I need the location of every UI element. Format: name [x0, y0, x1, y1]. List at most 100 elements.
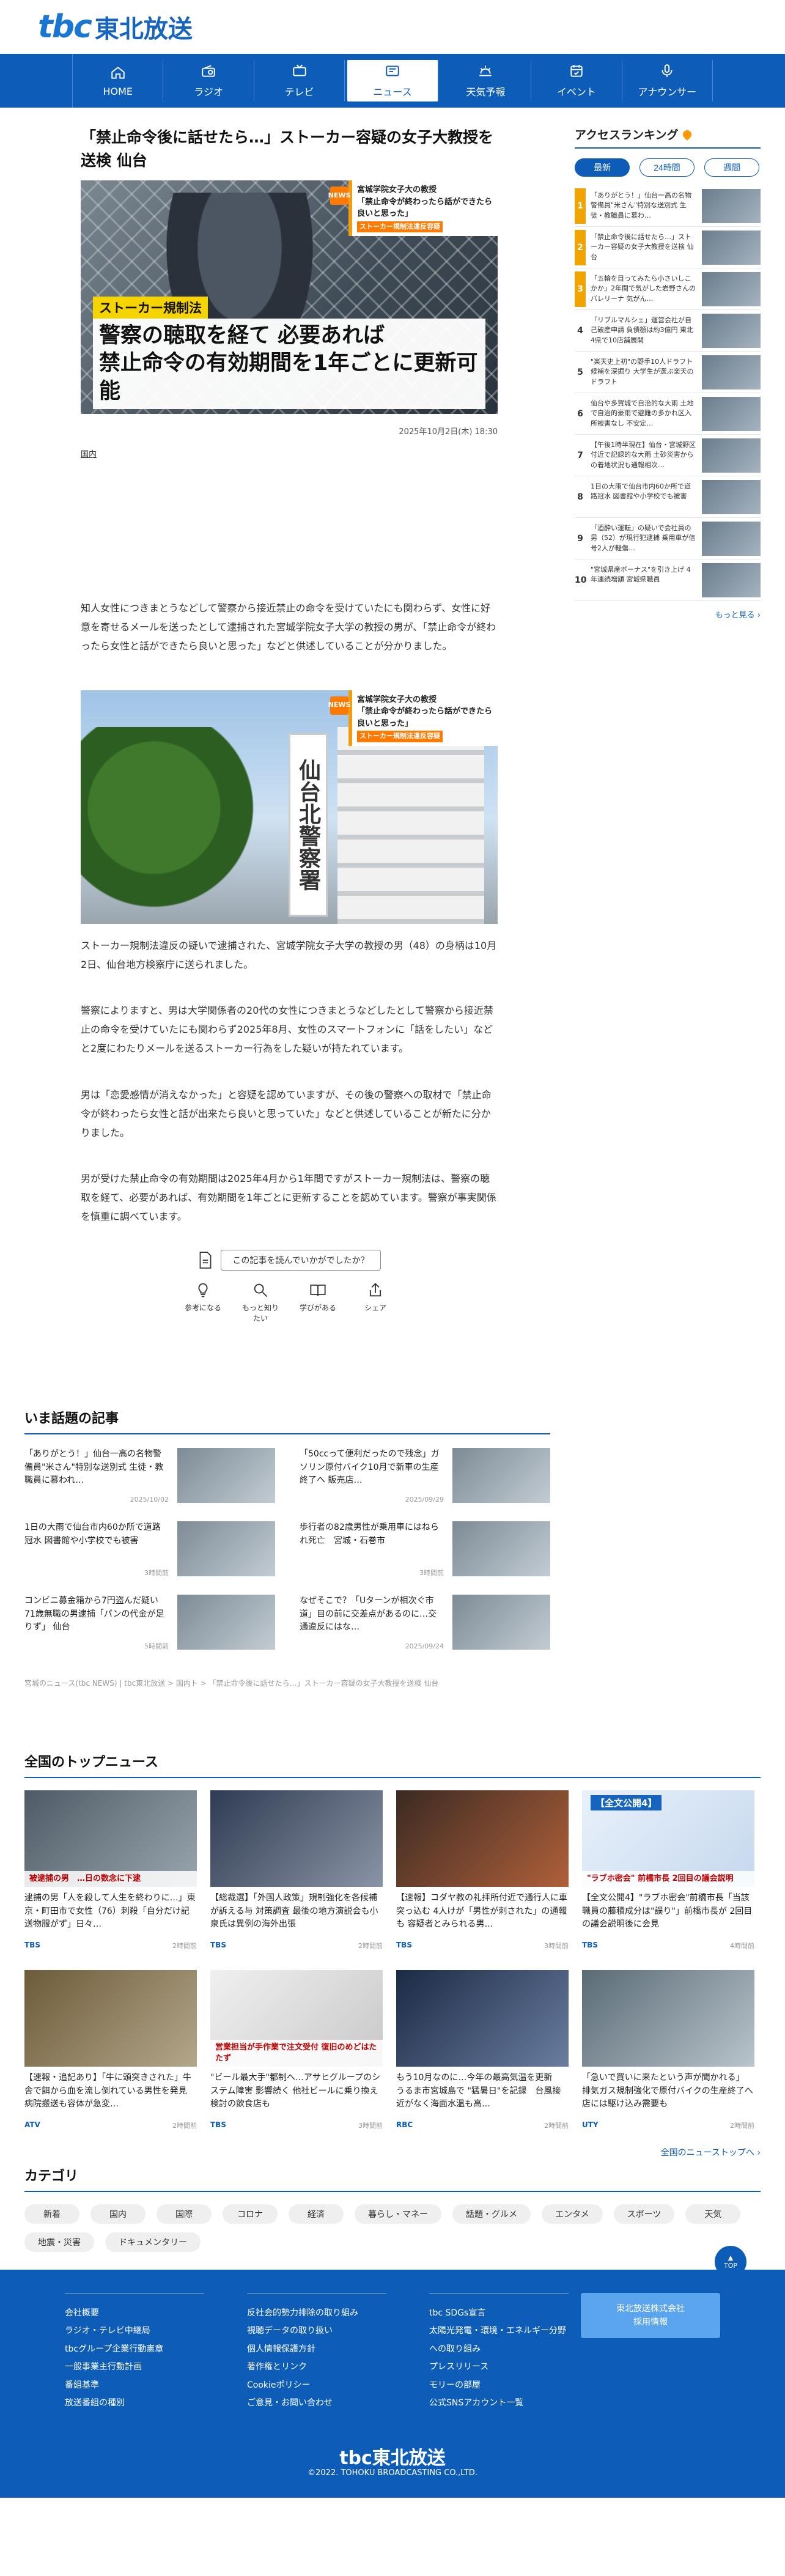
category-chip[interactable]: コロナ — [223, 2204, 278, 2224]
category-chip[interactable]: 暮らし・マネー — [355, 2204, 441, 2224]
national-news-card[interactable]: 【速報】コダヤ教の礼拝所付近で通行人に車突っ込む 4人けが「男性が刺された」の通… — [396, 1790, 569, 1950]
national-news-card[interactable]: 【速報・追記あり】「牛に頭突きされた」牛舎で餌から血を流し倒れている男性を発見 … — [24, 1970, 197, 2130]
footer-link[interactable]: プレスリリース — [429, 2362, 488, 2372]
footer-link[interactable]: 著作権とリンク — [247, 2362, 307, 2372]
nav-radio[interactable]: ラジオ — [163, 60, 254, 101]
category-chip[interactable]: 天気 — [685, 2204, 741, 2224]
footer-link[interactable]: Cookieポリシー — [247, 2380, 311, 2390]
ranking-item[interactable]: 2 「禁止命令後に話せたら…」ストーカー容疑の女子大教授を送検 仙台 — [575, 227, 761, 268]
trending-item[interactable]: 「50ccって便利だったので残念」ガソリン原付バイク10月で新車の生産終了へ 販… — [300, 1448, 550, 1509]
nav-event[interactable]: イベント — [531, 60, 622, 101]
recruit-button[interactable]: 東北放送株式会社 採用情報 — [581, 2293, 720, 2338]
footer-link[interactable]: tbc SDGs宣言 — [429, 2308, 485, 2318]
trending-item[interactable]: 歩行者の82歳男性が乗用車にはねられ死亡 宮城・石巻市 3時間前 — [300, 1521, 550, 1582]
trending-item-time: 3時間前 — [144, 1569, 169, 1577]
category-chip[interactable]: エンタメ — [542, 2204, 603, 2224]
tv-caption: NEWS 宮城学院女子大の教授 「禁止命令が終わったら話ができたら良いと思った」… — [328, 180, 498, 236]
category-chip[interactable]: 国際 — [157, 2204, 212, 2224]
national-news-card[interactable]: 【全文公開4】 "ラブホ密会" 前橋市長 2回目の議会説明 【全文公開4】"ラブホ密… — [582, 1790, 754, 1950]
ranking-item[interactable]: 9 「酒酔い運転」の疑いで会社員の男（52）が現行犯逮捕 乗用車が信号2人が軽傷… — [575, 518, 761, 559]
national-all-link[interactable]: 全国のニューストップへ — [661, 2148, 754, 2158]
police-sign: 仙台北警察署 — [289, 733, 328, 917]
category-chip[interactable]: 話題・グルメ — [452, 2204, 531, 2224]
rank-title: 1日の大雨で仙台市内60か所で道路冠水 図書館や小学校でも被害 — [591, 482, 691, 501]
ranking-item[interactable]: 3 「五輪を目ってみたら小さいしこかか」2年間で気がした岩野さんのバレリーナ 気が… — [575, 268, 761, 310]
trending-item[interactable]: コンビニ募金箱から7円盗んだ疑い 71歳無職の男逮捕「パンの代金が足りず」 仙台… — [24, 1595, 275, 1656]
article-category-link[interactable]: 国内 — [81, 448, 97, 459]
news-source: RBC — [396, 2120, 413, 2129]
news-source: TBS — [24, 1941, 40, 1949]
feedback-learn-button[interactable]: 学びがある — [298, 1282, 337, 1323]
footer-link[interactable]: 一般事業主行動計画 — [65, 2362, 142, 2372]
ranking-item[interactable]: 4 「リブルマルシェ」運営会社が自己破産申請 負債額は約3億円 東北4県で10店舗… — [575, 310, 761, 352]
rank-thumbnail — [702, 521, 761, 556]
national-news-card[interactable]: もう10月なのに…今年の最高気温を更新 うるま市宮城島で "猛暑日"を記録 台風… — [396, 1970, 569, 2130]
ranking-item[interactable]: 5 "楽天史上初"の野手10人ドラフト候補を深掘り 大学生が選ぶ楽天のドラフト — [575, 352, 761, 393]
news-title: "ビール最大手"都制へ…アサヒグループのシステム障害 影響続く 他社ビールに乗り… — [210, 2073, 381, 2109]
footer-link[interactable]: tbcグループ企業行動憲章 — [65, 2344, 163, 2354]
ranking-item[interactable]: 1 「ありがとう！」仙台一高の名物警備員"米さん"特別な送別式 生徒・教職員に慕わ… — [575, 185, 761, 227]
tab-weekly[interactable]: 週間 — [704, 158, 759, 177]
category-chip[interactable]: 地震・災害 — [24, 2232, 94, 2252]
feedback-share-button[interactable]: シェア — [356, 1282, 395, 1323]
footer-link[interactable]: 個人情報保護方針 — [247, 2344, 315, 2354]
nav-tv[interactable]: テレビ — [254, 60, 345, 101]
nav-home[interactable]: HOME — [73, 60, 164, 101]
home-icon — [111, 66, 125, 79]
ranking-item[interactable]: 6 仙台や多賀城で自治的な大雨 土地で自治的豪雨で避難の多かれ区入所被害なし 不安… — [575, 393, 761, 435]
trending-item-title: 1日の大雨で仙台市内60か所で道路冠水 図書館や小学校でも被害 — [24, 1522, 161, 1546]
national-news-card[interactable]: 営業担当が手作業で注文受付 復旧のめどはたたず "ビール最大手"都制へ…アサヒグル… — [210, 1970, 383, 2130]
news-time: 3時間前 — [544, 1942, 569, 1950]
footer-link[interactable]: 放送番組の種別 — [65, 2398, 125, 2408]
national-news-card[interactable]: 「急いで買いに来たという声が聞かれる」 排気ガス規制強化で原付バイクの生産終了へ… — [582, 1970, 754, 2130]
footer-links-col2: 反社会的勢力排除の取り組み 視聴データの取り扱い 個人情報保護方針 著作権とリンク Co… — [247, 2293, 386, 2412]
ranking-item[interactable]: 7 【午後1時半現在】仙台・宮城野区付近で記録的な大雨 土砂災害からの着地状況も通… — [575, 435, 761, 476]
ranking-list: 1 「ありがとう！」仙台一高の名物警備員"米さん"特別な送別式 生徒・教職員に慕わ… — [575, 185, 761, 601]
footer-link[interactable]: ラジオ・テレビ中継局 — [65, 2326, 150, 2336]
rank-title: 仙台や多賀城で自治的な大雨 土地で自治的豪雨で避難の多かれ区入所被害なし 不安定… — [591, 399, 694, 427]
site-logo[interactable]: tbc 東北放送 — [38, 9, 193, 45]
category-chip[interactable]: ドキュメンタリー — [105, 2232, 201, 2252]
trending-item[interactable]: 「ありがとう！」仙台一高の名物警備員"米さん"特別な送別式 生徒・教職員に慕われ… — [24, 1448, 275, 1509]
footer-links-col3: tbc SDGs宣言太陽光発電・環境・エネルギー分野への取り組みプレスリリースモ… — [429, 2293, 569, 2412]
footer-link[interactable]: 視聴データの取り扱い — [247, 2326, 333, 2336]
footer-link[interactable]: 番組基準 — [65, 2380, 99, 2390]
nav-announcer[interactable]: アナウンサー — [622, 60, 713, 101]
trending-item-time: 2025/09/29 — [405, 1496, 444, 1504]
ranking-more-link[interactable]: もっと見る — [715, 611, 755, 620]
category-chip[interactable]: 経済 — [289, 2204, 344, 2224]
chevron-up-icon: ▲ — [728, 2254, 734, 2262]
footer-link[interactable]: 反社会的勢力排除の取り組み — [247, 2308, 358, 2318]
trending-item[interactable]: なぜそこで？「Uターンが相次ぐ市道」目の前に交差点があるのに…交通違反にはな… 2… — [300, 1595, 550, 1656]
nav-label: テレビ — [284, 86, 314, 98]
feedback-more-button[interactable]: もっと知りたい — [241, 1282, 280, 1323]
trending-section: いま話題の記事 「ありがとう！」仙台一高の名物警備員"米さん"特別な送別式 生徒… — [24, 1408, 550, 1688]
category-chip[interactable]: スポーツ — [613, 2204, 675, 2224]
radio-icon — [202, 65, 215, 77]
national-title: 全国のトップニュース — [24, 1751, 761, 1778]
nav-news[interactable]: ニュース — [347, 60, 438, 101]
tab-24h[interactable]: 24時間 — [639, 158, 695, 177]
book-icon — [310, 1284, 326, 1296]
rank-number: 2 — [575, 229, 586, 265]
feedback-helpful-button[interactable]: 参考になる — [183, 1282, 223, 1323]
ranking-item[interactable]: 8 1日の大雨で仙台市内60か所で道路冠水 図書館や小学校でも被害 — [575, 476, 761, 518]
footer-link[interactable]: 太陽光発電・環境・エネルギー分野への取り組み — [429, 2326, 566, 2353]
news-badge: 【全文公開4】 — [591, 1795, 662, 1810]
ranking-item[interactable]: 10 "宮城県産ボーナス"を引き上げ 4年連続増額 宮城県職員 — [575, 559, 761, 601]
national-news-card[interactable]: 【総裁選】「外国人政策」規制強化を各候補が訴える与 対策調査 最後の地方演説会も… — [210, 1790, 383, 1950]
footer-link[interactable]: 公式SNSアカウント一覧 — [429, 2398, 523, 2408]
category-chip[interactable]: 新着 — [24, 2204, 79, 2224]
trending-item[interactable]: 1日の大雨で仙台市内60か所で道路冠水 図書館や小学校でも被害 3時間前 — [24, 1521, 275, 1582]
trending-item-title: 「50ccって便利だったので残念」ガソリン原付バイク10月で新車の生産終了へ 販… — [300, 1449, 440, 1486]
footer-link[interactable]: 会社概要 — [65, 2308, 99, 2318]
national-news-card[interactable]: 被逮捕の男 …日の数念に下逮 逮捕の男「人を殺して人生を終わりに…」東京・町田市で… — [24, 1790, 197, 1950]
rank-number: 8 — [577, 492, 583, 502]
tab-latest[interactable]: 最新 — [575, 158, 630, 177]
category-chip[interactable]: 国内 — [90, 2204, 146, 2224]
footer-link[interactable]: ご意見・お問い合わせ — [247, 2398, 333, 2408]
nav-weather[interactable]: 天気予報 — [441, 60, 532, 101]
nav-label: ラジオ — [194, 86, 223, 98]
footer-link[interactable]: モリーの部屋 — [429, 2380, 481, 2390]
tv-caption: NEWS 宮城学院女子大の教授 「禁止命令が終わったら話ができたら良いと思った」… — [328, 690, 498, 746]
